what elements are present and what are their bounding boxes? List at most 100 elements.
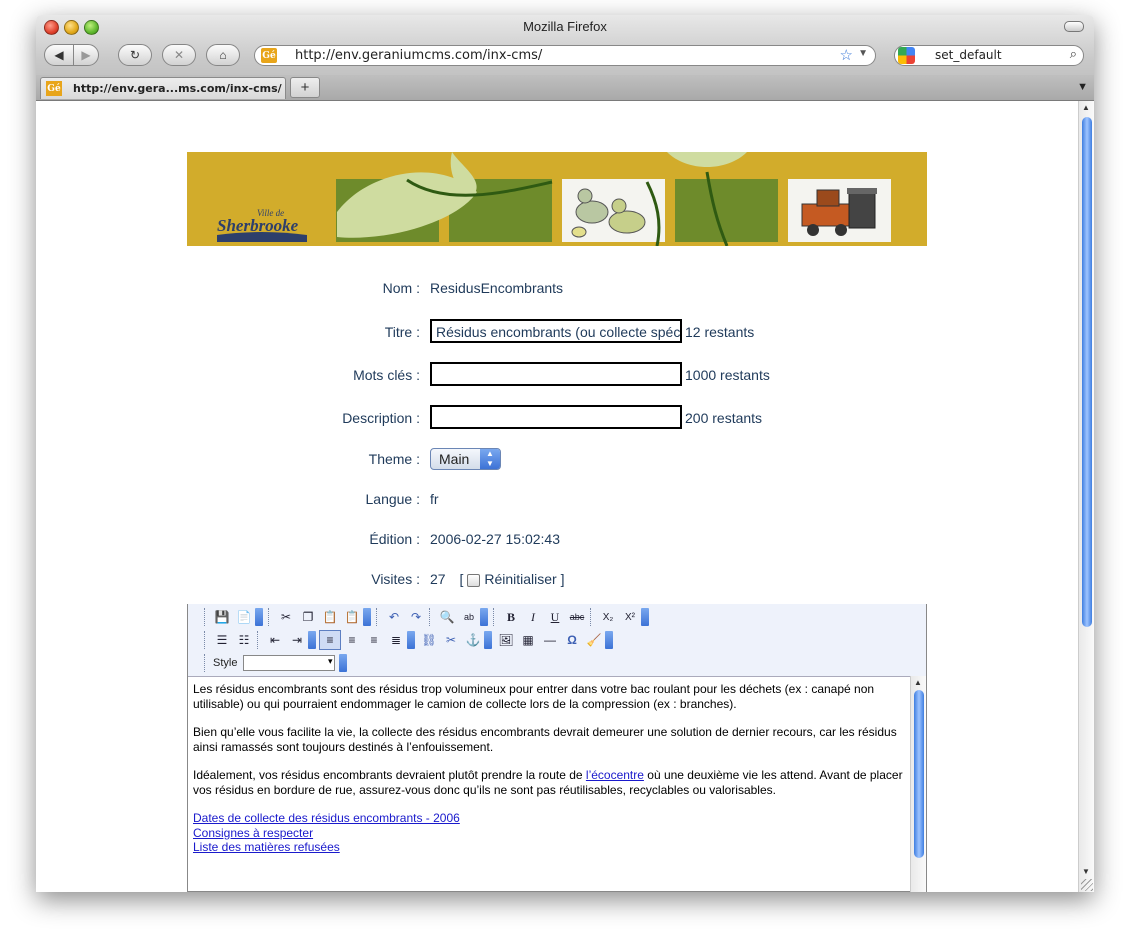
bold-icon[interactable]: B <box>500 607 522 627</box>
row-langue: Langue : fr <box>187 488 927 512</box>
mots-cles-input[interactable] <box>430 362 682 386</box>
tab-list-icon[interactable]: ▼ <box>1077 81 1088 93</box>
url-history-dropdown-icon[interactable]: ▼ <box>858 48 868 59</box>
scroll-up-icon[interactable]: ▲ <box>1082 103 1090 112</box>
url-bar[interactable]: Gé http://env.geraniumcms.com/inx-cms/ ☆… <box>254 45 876 66</box>
indent-icon[interactable]: ⇥ <box>286 630 308 650</box>
visites-group: 27 [Réinitialiser ] <box>430 571 565 587</box>
underline-icon[interactable]: U <box>544 607 566 627</box>
horizontal-rule-icon[interactable]: ― <box>539 630 561 650</box>
page-content: Ville de Sherbrooke Nom : ResidusEncombr… <box>36 101 1078 892</box>
forward-button[interactable]: ▶ <box>73 44 99 66</box>
outdent-icon[interactable]: ⇤ <box>264 630 286 650</box>
toolbar-dropdown-icon[interactable] <box>480 608 488 626</box>
new-document-icon[interactable]: 📄 <box>233 607 255 627</box>
search-magnifier-icon[interactable]: ⌕ <box>1070 46 1077 62</box>
toolbar-dropdown-icon[interactable] <box>363 608 371 626</box>
editor-links: Dates de collecte des résidus encombrant… <box>193 811 905 855</box>
toolbar-dropdown-icon[interactable] <box>407 631 415 649</box>
theme-select[interactable]: Main ▲ ▼ <box>430 448 501 470</box>
stop-button[interactable]: ✕ <box>162 44 196 66</box>
reload-button[interactable]: ↻ <box>118 44 152 66</box>
copy-icon[interactable]: ❐ <box>297 607 319 627</box>
stop-icon: ✕ <box>173 48 185 62</box>
editor-body[interactable]: Les résidus encombrants sont des résidus… <box>188 676 910 892</box>
unlink-icon[interactable]: ✂ <box>440 630 462 650</box>
page-scroll-thumb[interactable] <box>1082 117 1092 627</box>
sherbrooke-logo: Ville de Sherbrooke <box>217 205 307 243</box>
find-icon[interactable]: 🔍 <box>436 607 458 627</box>
description-label: Description : <box>342 410 420 426</box>
description-input[interactable] <box>430 405 682 429</box>
ecocentre-link[interactable]: l’écocentre <box>586 768 644 782</box>
bulleted-list-icon[interactable]: ☷ <box>233 630 255 650</box>
link-icon[interactable]: ⛓ <box>418 630 440 650</box>
forward-arrow-icon: ▶ <box>81 48 91 62</box>
numbered-list-icon[interactable]: ☰ <box>211 630 233 650</box>
toolbar-dropdown-icon[interactable] <box>308 631 316 649</box>
subscript-icon[interactable]: X₂ <box>597 607 619 627</box>
google-search-engine-icon[interactable] <box>898 47 915 64</box>
paste-text-icon[interactable]: 📋 <box>341 607 363 627</box>
logo-art: Ville de Sherbrooke <box>217 208 307 242</box>
strikethrough-icon[interactable]: abc <box>566 607 588 627</box>
image-icon[interactable]: 🖼 <box>495 630 517 650</box>
titre-input[interactable]: Résidus encombrants (ou collecte spécial… <box>430 319 682 343</box>
italic-icon[interactable]: I <box>522 607 544 627</box>
scroll-up-icon[interactable]: ▲ <box>914 678 922 687</box>
undo-icon[interactable]: ↶ <box>383 607 405 627</box>
home-button[interactable]: ⌂ <box>206 44 240 66</box>
toolbar-dropdown-icon[interactable] <box>484 631 492 649</box>
redo-icon[interactable]: ↷ <box>405 607 427 627</box>
search-box[interactable]: set_default ⌕ <box>894 45 1084 66</box>
edition-label: Édition : <box>369 531 420 547</box>
back-button[interactable]: ◀ <box>44 44 74 66</box>
align-right-icon[interactable]: ≡ <box>363 630 385 650</box>
toolbar-dropdown-icon[interactable] <box>605 631 613 649</box>
reset-checkbox[interactable] <box>467 573 481 587</box>
mots-cles-label: Mots clés : <box>353 367 420 383</box>
toolbar-toggle-button[interactable] <box>1064 21 1084 32</box>
visites-value: 27 <box>430 571 446 587</box>
clean-format-icon[interactable]: 🧹 <box>583 630 605 650</box>
resize-grip-icon[interactable] <box>1081 879 1093 891</box>
chevron-down-icon: ▾ <box>327 656 333 666</box>
p3-text-before: Idéalement, vos résidus encombrants devr… <box>193 768 586 782</box>
visites-label: Visites : <box>371 571 420 587</box>
spellcheck-icon[interactable]: ab <box>458 607 480 627</box>
align-left-icon[interactable]: ≡ <box>319 630 341 650</box>
align-center-icon[interactable]: ≡ <box>341 630 363 650</box>
search-text[interactable]: set_default <box>935 48 1002 62</box>
edition-value: 2006-02-27 15:02:43 <box>430 531 560 547</box>
style-select[interactable]: ▾ <box>243 655 336 671</box>
row-mots-cles: Mots clés : 1000 restants <box>187 362 927 386</box>
refused-materials-link[interactable]: Liste des matières refusées <box>193 840 340 854</box>
editor-scrollbar[interactable]: ▲ <box>910 676 926 892</box>
cut-icon[interactable]: ✂ <box>275 607 297 627</box>
toolbar-dropdown-icon[interactable] <box>641 608 649 626</box>
tab-active[interactable]: Gé http://env.gera...ms.com/inx-cms/ <box>40 77 286 99</box>
instructions-link[interactable]: Consignes à respecter <box>193 826 313 840</box>
editor-scroll-thumb[interactable] <box>914 690 924 858</box>
mots-cles-remaining: 1000 restants <box>685 367 770 383</box>
scroll-down-icon[interactable]: ▼ <box>1082 867 1090 876</box>
paste-icon[interactable]: 📋 <box>319 607 341 627</box>
new-tab-button[interactable]: + <box>290 77 320 98</box>
collection-dates-link[interactable]: Dates de collecte des résidus encombrant… <box>193 811 460 825</box>
select-arrows-icon: ▲ ▼ <box>480 449 500 469</box>
open-bracket: [ <box>459 571 464 587</box>
toolbar-dropdown-icon[interactable] <box>255 608 263 626</box>
langue-value: fr <box>430 491 439 507</box>
special-char-icon[interactable]: Ω <box>561 630 583 650</box>
save-icon[interactable]: 💾 <box>211 607 233 627</box>
superscript-icon[interactable]: X² <box>619 607 641 627</box>
justify-icon[interactable]: ≣ <box>385 630 407 650</box>
bookmark-star-icon[interactable]: ☆ <box>840 46 853 64</box>
table-icon[interactable]: ▦ <box>517 630 539 650</box>
site-banner: Ville de Sherbrooke <box>187 152 927 246</box>
toolbar-dropdown-icon[interactable] <box>339 654 348 672</box>
anchor-icon[interactable]: ⚓ <box>462 630 484 650</box>
page-scrollbar[interactable]: ▲ ▼ <box>1078 101 1094 892</box>
editor-toolbars: 💾 📄 ✂ ❐ 📋 📋 ↶ ↷ 🔍 ab B I U abc X₂ X² ☰ ☷… <box>188 604 926 677</box>
url-text[interactable]: http://env.geraniumcms.com/inx-cms/ <box>295 48 542 63</box>
